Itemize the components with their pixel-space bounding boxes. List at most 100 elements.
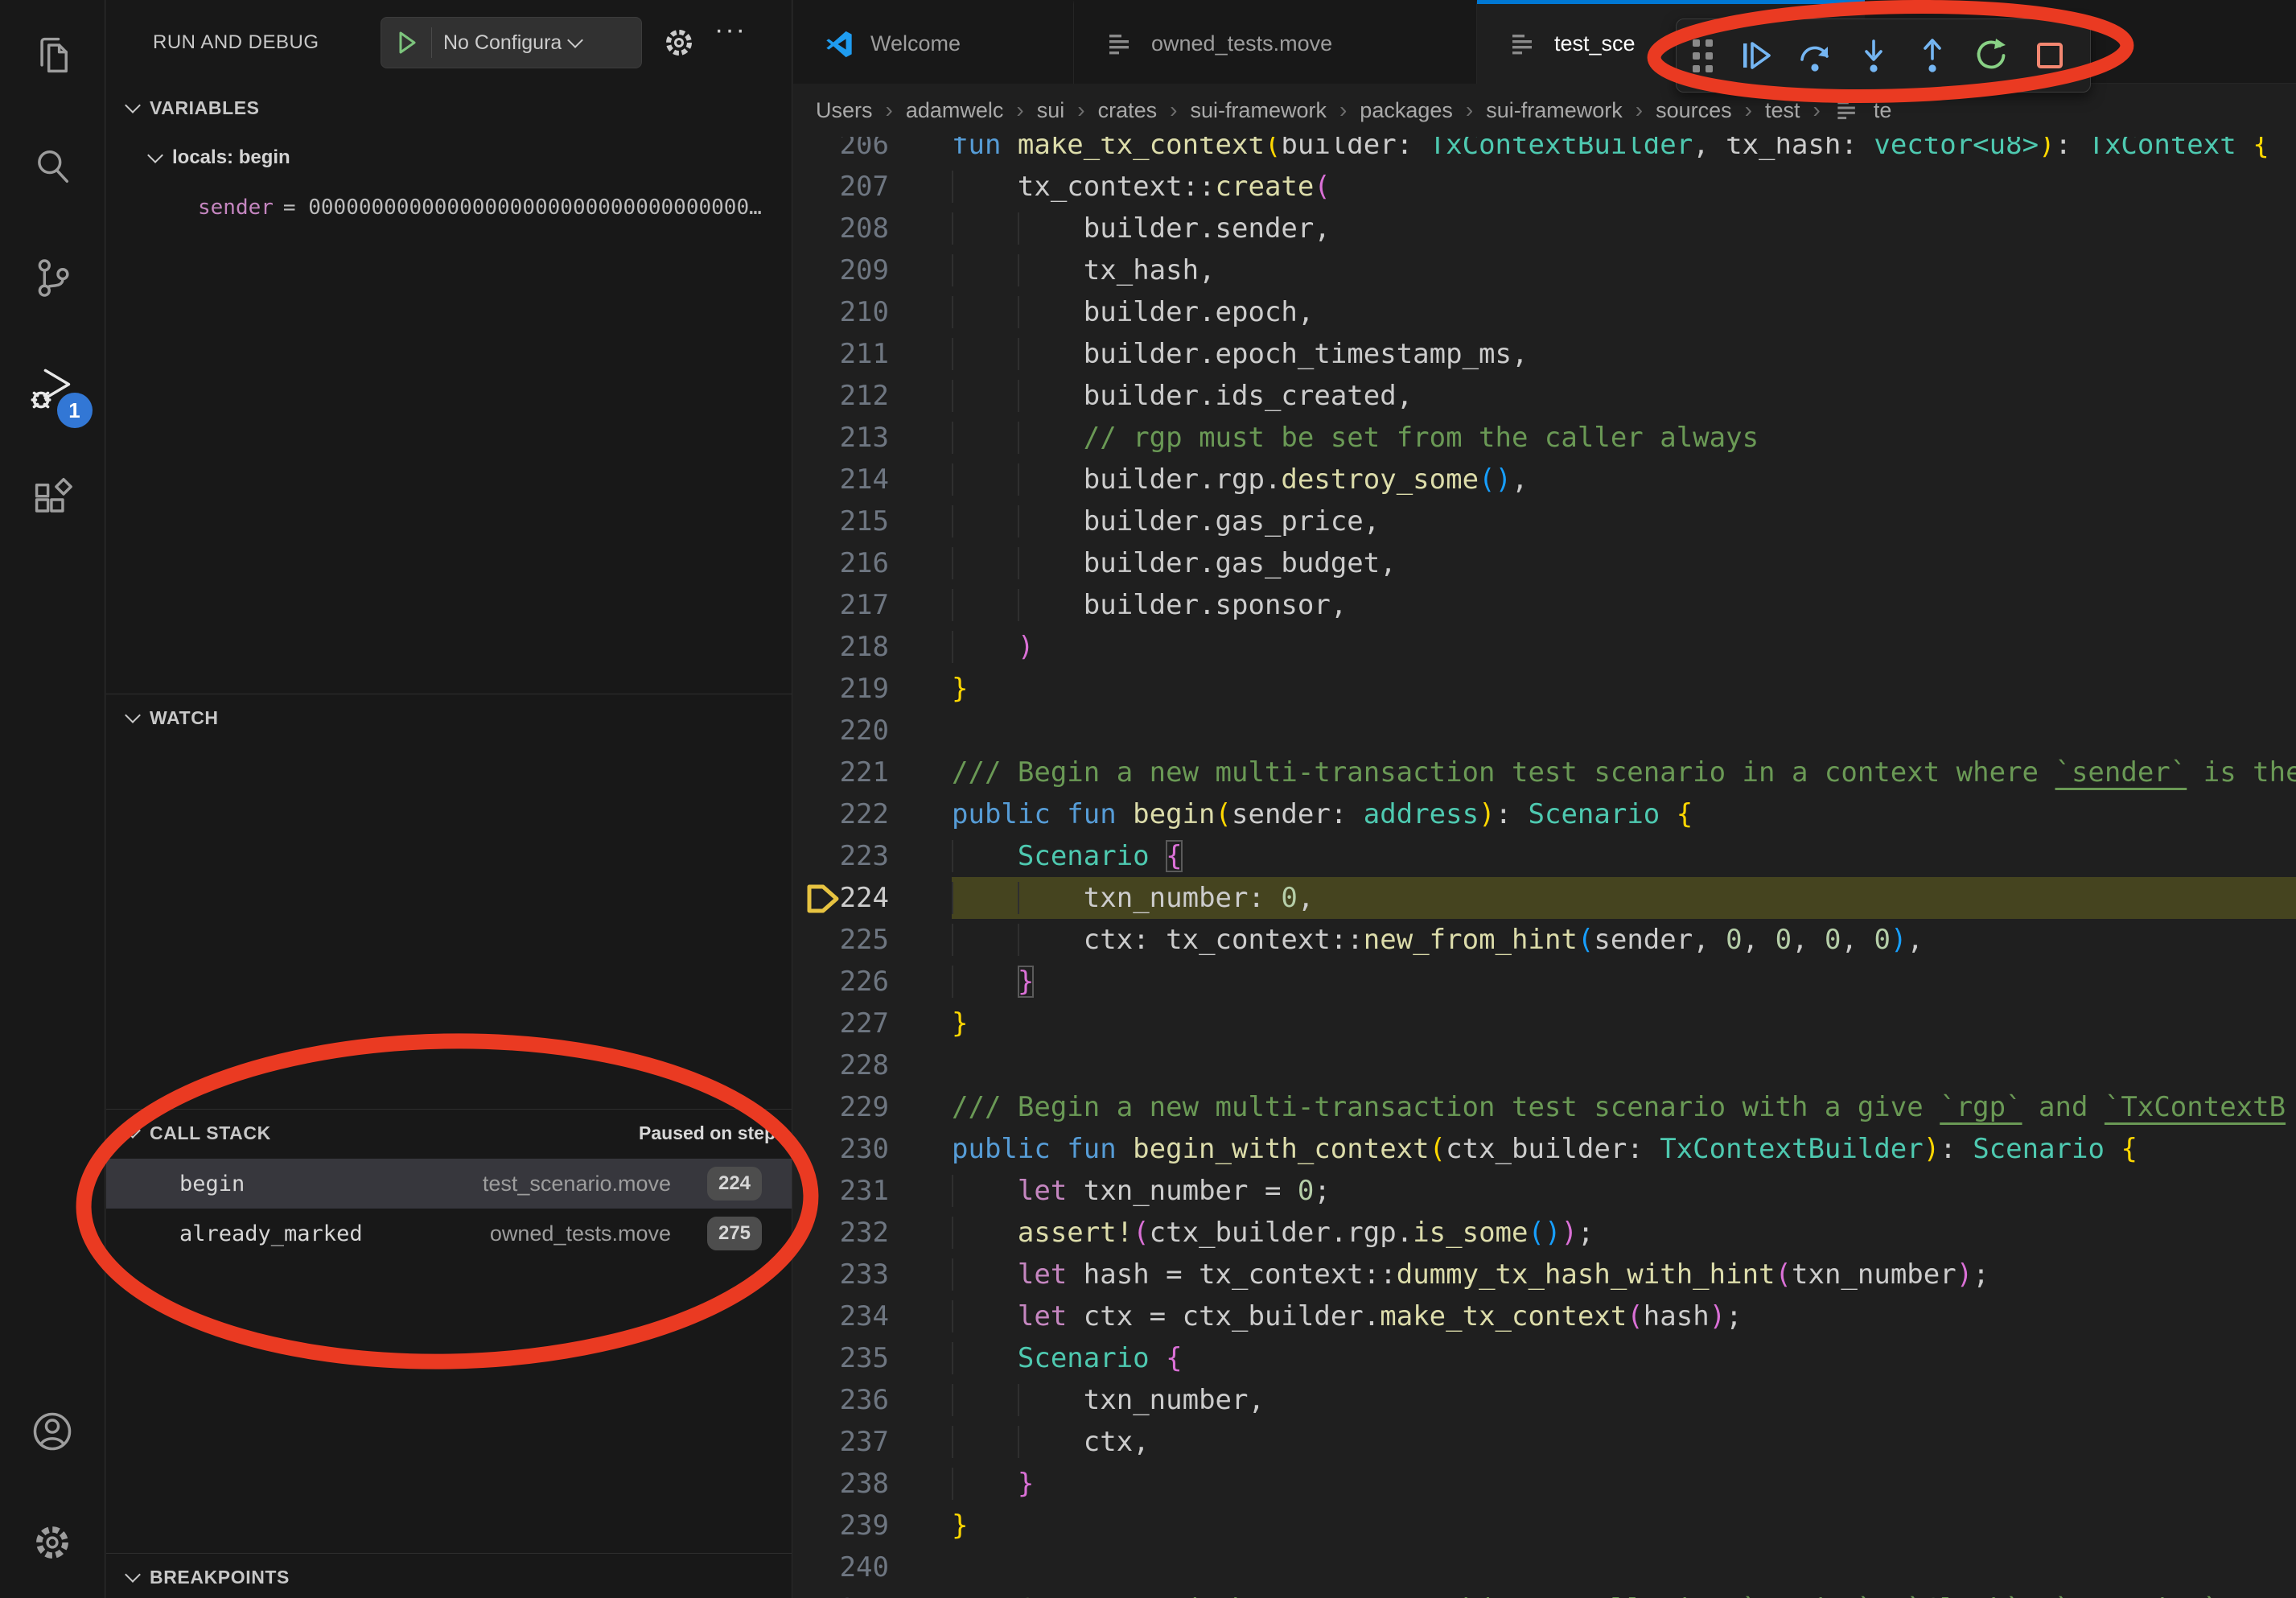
line-number[interactable]: 241 [793, 1588, 952, 1598]
debug-settings-gear-icon[interactable] [661, 25, 697, 60]
code-text[interactable]: // rgp must be set from the caller alway… [952, 417, 2296, 459]
code-line-241[interactable]: 241/// Creates and shares system objects… [793, 1588, 2296, 1598]
code-text[interactable]: builder.epoch_timestamp_ms, [952, 333, 2296, 375]
line-number[interactable]: 219 [793, 668, 952, 710]
code-text[interactable]: ) [952, 626, 2296, 668]
code-text[interactable] [952, 1547, 2296, 1588]
tab-welcome[interactable]: Welcome [793, 0, 1074, 84]
breadcrumb-item[interactable]: sui [1037, 98, 1065, 123]
line-number[interactable]: 215 [793, 500, 952, 542]
line-number[interactable]: 226 [793, 961, 952, 1003]
more-actions-icon[interactable]: ··· [714, 14, 747, 46]
breadcrumb-item[interactable]: packages [1360, 98, 1453, 123]
breadcrumb-item[interactable]: Users [816, 98, 873, 123]
code-text[interactable]: Scenario { [952, 835, 2296, 877]
code-text[interactable]: let hash = tx_context::dummy_tx_hash_wit… [952, 1254, 2296, 1295]
code-line-228[interactable]: 228 [793, 1044, 2296, 1086]
line-number[interactable]: 223 [793, 835, 952, 877]
code-text[interactable]: Scenario { [952, 1337, 2296, 1379]
line-number[interactable]: 225 [793, 919, 952, 961]
line-number[interactable]: 216 [793, 542, 952, 584]
settings-gear-icon[interactable] [0, 1487, 105, 1598]
code-line-222[interactable]: 222public fun begin(sender: address): Sc… [793, 793, 2296, 835]
breadcrumb-item[interactable]: adamwelc [906, 98, 1004, 123]
code-line-224[interactable]: 224 txn_number: 0, [793, 877, 2296, 919]
code-text[interactable]: } [952, 1505, 2296, 1547]
code-text[interactable]: } [952, 1003, 2296, 1044]
code-text[interactable]: builder.gas_budget, [952, 542, 2296, 584]
code-line-230[interactable]: 230public fun begin_with_context(ctx_bui… [793, 1128, 2296, 1170]
run-and-debug-icon[interactable]: 1 [0, 333, 105, 444]
line-number[interactable]: 217 [793, 584, 952, 626]
code-line-232[interactable]: 232 assert!(ctx_builder.rgp.is_some()); [793, 1212, 2296, 1254]
code-line-239[interactable]: 239} [793, 1505, 2296, 1547]
code-line-231[interactable]: 231 let txn_number = 0; [793, 1170, 2296, 1212]
code-line-227[interactable]: 227} [793, 1003, 2296, 1044]
line-number[interactable]: 231 [793, 1170, 952, 1212]
line-number[interactable]: 210 [793, 291, 952, 333]
tab-owned_tests-move[interactable]: owned_tests.move [1074, 0, 1477, 84]
code-text[interactable]: txn_number: 0, [952, 877, 2296, 919]
code-line-219[interactable]: 219} [793, 668, 2296, 710]
call-stack-section-header[interactable]: CALL STACK Paused on step [106, 1112, 792, 1154]
line-number[interactable]: 214 [793, 459, 952, 500]
code-line-209[interactable]: 209 tx_hash, [793, 249, 2296, 291]
code-line-226[interactable]: 226 } [793, 961, 2296, 1003]
code-line-229[interactable]: 229/// Begin a new multi-transaction tes… [793, 1086, 2296, 1128]
line-number[interactable]: 227 [793, 1003, 952, 1044]
line-number[interactable]: 230 [793, 1128, 952, 1170]
line-number[interactable]: 237 [793, 1421, 952, 1463]
code-text[interactable]: builder.sponsor, [952, 584, 2296, 626]
explorer-icon[interactable] [0, 0, 105, 111]
code-text[interactable]: txn_number, [952, 1379, 2296, 1421]
breadcrumb-item[interactable]: sources [1656, 98, 1732, 123]
line-number[interactable]: 220 [793, 710, 952, 752]
line-number[interactable]: 235 [793, 1337, 952, 1379]
code-text[interactable]: fun make_tx_context(builder: TxContextBu… [952, 137, 2296, 166]
account-icon[interactable] [0, 1376, 105, 1487]
code-line-233[interactable]: 233 let hash = tx_context::dummy_tx_hash… [793, 1254, 2296, 1295]
code-text[interactable]: ctx: tx_context::new_from_hint(sender, 0… [952, 919, 2296, 961]
line-number[interactable]: 224 [793, 877, 952, 919]
code-text[interactable]: let ctx = ctx_builder.make_tx_context(ha… [952, 1295, 2296, 1337]
code-text[interactable]: /// Creates and shares system objects, a… [952, 1588, 2296, 1598]
variables-section-header[interactable]: VARIABLES [106, 87, 792, 129]
call-stack-frame-begin[interactable]: begintest_scenario.move224 [106, 1159, 792, 1209]
breadcrumb-item[interactable]: sui-framework [1486, 98, 1623, 123]
line-number[interactable]: 207 [793, 166, 952, 208]
code-text[interactable]: /// Begin a new multi-transaction test s… [952, 1086, 2296, 1128]
line-number[interactable]: 232 [793, 1212, 952, 1254]
code-line-212[interactable]: 212 builder.ids_created, [793, 375, 2296, 417]
toolbar-drag-handle[interactable] [1693, 39, 1713, 72]
code-text[interactable]: builder.sender, [952, 208, 2296, 249]
line-number[interactable]: 229 [793, 1086, 952, 1128]
code-line-234[interactable]: 234 let ctx = ctx_builder.make_tx_contex… [793, 1295, 2296, 1337]
code-text[interactable]: public fun begin(sender: address): Scena… [952, 793, 2296, 835]
code-line-237[interactable]: 237 ctx, [793, 1421, 2296, 1463]
line-number[interactable]: 238 [793, 1463, 952, 1505]
line-number[interactable]: 221 [793, 752, 952, 793]
code-line-220[interactable]: 220 [793, 710, 2296, 752]
line-number[interactable]: 240 [793, 1547, 952, 1588]
code-text[interactable]: } [952, 668, 2296, 710]
code-text[interactable]: /// Begin a new multi-transaction test s… [952, 752, 2296, 793]
code-line-238[interactable]: 238 } [793, 1463, 2296, 1505]
code-line-216[interactable]: 216 builder.gas_budget, [793, 542, 2296, 584]
breadcrumb-file[interactable]: te [1874, 98, 1892, 123]
breakpoints-section-header[interactable]: BREAKPOINTS [106, 1556, 792, 1598]
variables-scope-row[interactable]: locals: begin [106, 137, 792, 179]
code-line-236[interactable]: 236 txn_number, [793, 1379, 2296, 1421]
stop-button[interactable] [2026, 31, 2074, 80]
code-line-235[interactable]: 235 Scenario { [793, 1337, 2296, 1379]
code-text[interactable]: let txn_number = 0; [952, 1170, 2296, 1212]
line-number[interactable]: 234 [793, 1295, 952, 1337]
search-icon[interactable] [0, 111, 105, 222]
code-line-217[interactable]: 217 builder.sponsor, [793, 584, 2296, 626]
code-text[interactable]: } [952, 961, 2296, 1003]
line-number[interactable]: 206 [793, 137, 952, 166]
code-text[interactable]: tx_hash, [952, 249, 2296, 291]
code-text[interactable]: assert!(ctx_builder.rgp.is_some()); [952, 1212, 2296, 1254]
code-text[interactable]: tx_context::create( [952, 166, 2296, 208]
restart-button[interactable] [1968, 31, 2015, 80]
line-number[interactable]: 222 [793, 793, 952, 835]
